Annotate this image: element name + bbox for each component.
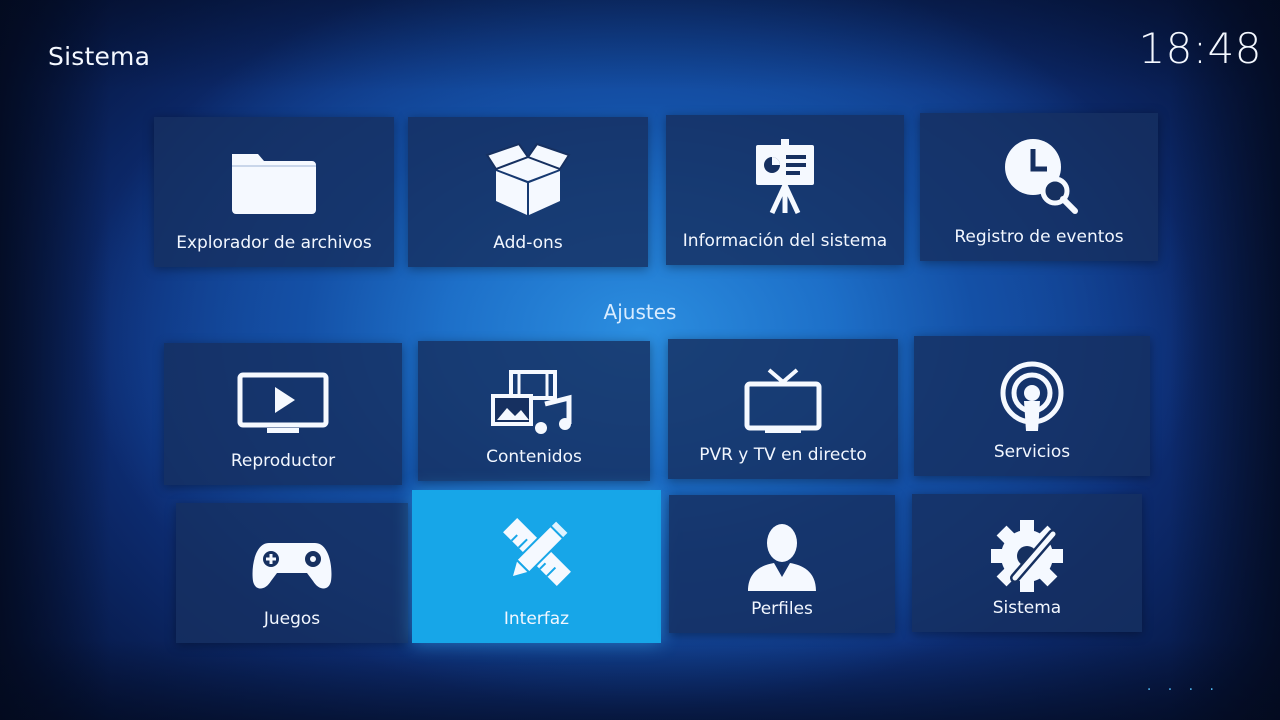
tile-label: Sistema — [992, 598, 1062, 618]
tile-games[interactable]: Juegos — [176, 503, 408, 643]
tile-label: Contenidos — [486, 447, 582, 467]
media-library-icon — [486, 363, 582, 443]
tile-interface[interactable]: Interfaz — [412, 490, 661, 643]
clock-search-icon — [991, 135, 1087, 215]
tile-label: Reproductor — [230, 451, 336, 471]
pencil-ruler-icon — [489, 512, 585, 592]
tile-player[interactable]: Reproductor — [164, 343, 402, 485]
folder-icon — [226, 139, 322, 219]
tile-media[interactable]: Contenidos — [418, 341, 650, 481]
presentation-easel-icon — [737, 137, 833, 217]
tile-label: Información del sistema — [682, 231, 888, 251]
monitor-play-icon — [235, 365, 331, 445]
tile-system[interactable]: Sistema — [912, 494, 1142, 632]
gamepad-icon — [244, 525, 340, 605]
tile-label: Add-ons — [493, 233, 563, 253]
tile-label: Servicios — [993, 442, 1071, 462]
tile-label: Registro de eventos — [954, 227, 1124, 247]
tile-event-log[interactable]: Registro de eventos — [920, 113, 1158, 261]
tile-label: PVR y TV en directo — [699, 445, 867, 465]
user-profile-icon — [734, 517, 830, 597]
tv-antenna-icon — [735, 361, 831, 441]
tile-label: Juegos — [263, 609, 321, 629]
kodi-screen: Sistema 18:48 Explorador de archivos Add… — [0, 0, 1280, 720]
open-box-icon — [480, 139, 576, 219]
tile-label: Interfaz — [503, 609, 570, 629]
broadcast-icon — [984, 358, 1080, 438]
gear-wrench-icon — [979, 516, 1075, 596]
tile-label: Explorador de archivos — [176, 233, 372, 253]
tile-services[interactable]: Servicios — [914, 336, 1150, 476]
tile-pvr-tv[interactable]: PVR y TV en directo — [668, 339, 898, 479]
settings-section-title: Ajustes — [603, 300, 677, 324]
tile-file-manager[interactable]: Explorador de archivos — [154, 117, 394, 267]
tile-profiles[interactable]: Perfiles — [669, 495, 895, 633]
clock: 18:48 — [1138, 24, 1262, 73]
tile-system-info[interactable]: Información del sistema — [666, 115, 904, 265]
page-indicator: · · · · — [1146, 682, 1220, 698]
page-title: Sistema — [48, 42, 151, 71]
tile-label: Perfiles — [751, 599, 813, 619]
tile-addons[interactable]: Add-ons — [408, 117, 648, 267]
